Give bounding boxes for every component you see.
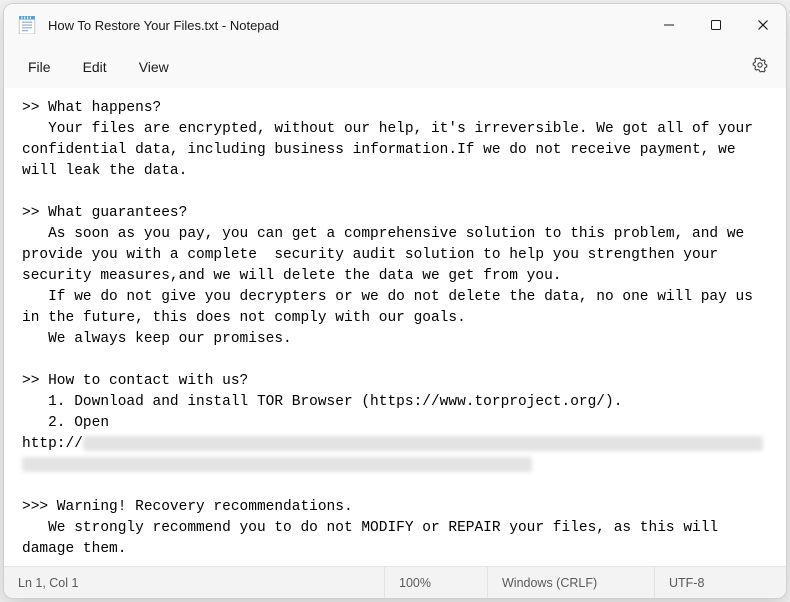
text-line: As soon as you pay, you can get a compre… <box>22 226 753 284</box>
gear-icon <box>751 56 769 79</box>
status-line-ending: Windows (CRLF) <box>487 567 654 598</box>
settings-button[interactable] <box>742 49 778 85</box>
text-line: 1. Download and install TOR Browser (htt… <box>22 394 622 410</box>
window-title: How To Restore Your Files.txt - Notepad <box>48 18 645 33</box>
text-line: 2. Open <box>22 415 109 431</box>
notepad-icon <box>18 16 36 34</box>
text-line: >> How to contact with us? <box>22 373 248 389</box>
minimize-button[interactable] <box>645 4 692 46</box>
statusbar: Ln 1, Col 1 100% Windows (CRLF) UTF-8 <box>4 566 786 598</box>
status-zoom: 100% <box>384 567 487 598</box>
text-line: We strongly recommend you to do not MODI… <box>22 520 727 557</box>
close-button[interactable] <box>739 4 786 46</box>
redacted-url-line2: xxxxxxxxxxxxxxxxxxxxxxxxxxxxxxxxxxxxxxxx… <box>22 457 532 472</box>
notepad-window: How To Restore Your Files.txt - Notepad … <box>3 3 787 599</box>
text-line: If we do not give you decrypters or we d… <box>22 289 762 326</box>
text-line: >> What happens? <box>22 100 161 116</box>
menu-file[interactable]: File <box>12 53 67 81</box>
text-line: >> What guarantees? <box>22 205 187 221</box>
window-controls <box>645 4 786 46</box>
titlebar: How To Restore Your Files.txt - Notepad <box>4 4 786 46</box>
menubar: File Edit View <box>4 46 786 88</box>
text-line: >>> Warning! Recovery recommendations. <box>22 499 353 515</box>
maximize-button[interactable] <box>692 4 739 46</box>
text-line: http:// <box>22 436 83 452</box>
status-encoding: UTF-8 <box>654 567 786 598</box>
menu-view[interactable]: View <box>123 53 185 81</box>
text-editor[interactable]: >> What happens? Your files are encrypte… <box>4 88 786 566</box>
menu-edit[interactable]: Edit <box>67 53 123 81</box>
text-line: Your files are encrypted, without our he… <box>22 121 762 179</box>
text-line: We always keep our promises. <box>22 331 292 347</box>
redacted-url-line1: xxxxxxxxxxxxxxxxxxxxxxxxxxxxxxxxxxxxxxxx… <box>83 436 763 451</box>
status-position: Ln 1, Col 1 <box>4 567 384 598</box>
